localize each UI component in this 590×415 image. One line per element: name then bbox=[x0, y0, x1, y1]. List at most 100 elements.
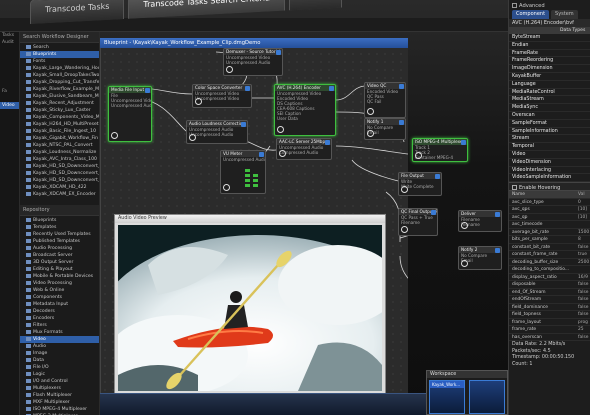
datatype-item[interactable]: VideoSampleInformation bbox=[509, 174, 590, 183]
node-port[interactable]: Filename bbox=[399, 220, 437, 225]
workflow-node-aac[interactable]: AAC-LC Server 25Mbps Uncompressed Audio Co… bbox=[276, 138, 332, 160]
rail-item[interactable]: Audit bbox=[0, 39, 19, 46]
rail-item[interactable] bbox=[0, 151, 19, 158]
property-row[interactable]: decoding_buffer_size 2500 bbox=[509, 259, 590, 267]
repository-item[interactable]: Flash Multiplexer bbox=[20, 392, 99, 399]
property-value[interactable]: false bbox=[578, 244, 590, 251]
repository-item[interactable]: Broadcast Server bbox=[20, 252, 99, 259]
workflow-node-qcfinal[interactable]: QC Final Output FileQC Pass + TrueFilena… bbox=[398, 208, 438, 236]
tree-item[interactable]: Blueprints bbox=[20, 51, 99, 58]
tree-item[interactable]: Kayak_HD_SD_Downconvert_3 bbox=[20, 177, 99, 184]
rail-item[interactable] bbox=[0, 144, 19, 151]
workflow-node-mux[interactable]: ISO MPEG-4 Multiplexer Track 1 Track 2 Cont… bbox=[412, 138, 468, 162]
repository-item[interactable]: Filters bbox=[20, 322, 99, 329]
property-value[interactable]: 16/9 bbox=[578, 274, 590, 281]
node-port[interactable]: QC Fail bbox=[365, 99, 405, 104]
rail-item[interactable] bbox=[0, 60, 19, 67]
repository-item[interactable]: Audio Processing bbox=[20, 245, 99, 252]
tree-item[interactable]: Kayak_Sticky_Lux_Caster bbox=[20, 107, 99, 114]
repository-item[interactable]: Blueprints bbox=[20, 217, 99, 224]
property-row[interactable]: field_dominance false bbox=[509, 304, 590, 312]
rail-item[interactable] bbox=[0, 165, 19, 172]
datatype-item[interactable]: MediaStream bbox=[509, 96, 590, 105]
rail-item[interactable] bbox=[0, 46, 19, 53]
datatype-item[interactable]: ByteStream bbox=[509, 34, 590, 42]
property-row[interactable]: avc_slice_type 0 bbox=[509, 199, 590, 207]
tree-item[interactable]: Kayak_Large_Wandering_Hockey bbox=[20, 65, 99, 72]
tree-item[interactable]: Kayak_Components_Video_Mux bbox=[20, 114, 99, 121]
workflow-node-deliver[interactable]: Deliver Filename Filename bbox=[458, 210, 502, 232]
repository-item[interactable]: Components bbox=[20, 294, 99, 301]
datatype-item[interactable]: FrameReordering bbox=[509, 57, 590, 66]
property-row[interactable]: field_topness false bbox=[509, 311, 590, 319]
property-value[interactable]: prog bbox=[578, 319, 590, 326]
rail-item[interactable] bbox=[0, 67, 19, 74]
tree-item[interactable]: Kayak_XDCAM_HD_422 bbox=[20, 184, 99, 191]
property-row[interactable]: avc_qp [10] bbox=[509, 214, 590, 222]
tab-component[interactable]: Component bbox=[512, 10, 550, 19]
repository-item[interactable]: Video bbox=[20, 336, 99, 343]
repository-item[interactable]: Data bbox=[20, 357, 99, 364]
tree-item[interactable]: Kayak_Riverflow_Example_MH bbox=[20, 86, 99, 93]
rail-item[interactable] bbox=[0, 53, 19, 60]
repository-item[interactable]: Encoders bbox=[20, 315, 99, 322]
property-value[interactable]: 2500 bbox=[578, 259, 590, 266]
workflow-node-demux[interactable]: Demuxer - Source Tutorial Uncompressed Vi… bbox=[223, 48, 283, 76]
gear-icon[interactable] bbox=[189, 134, 196, 141]
datatype-item[interactable]: Endian bbox=[509, 42, 590, 50]
workflow-node-fileout[interactable]: File Output Write Write Complete bbox=[398, 172, 442, 196]
rail-item[interactable] bbox=[0, 109, 19, 116]
repository-item[interactable]: Mux Formats bbox=[20, 329, 99, 336]
workflow-node-source[interactable]: Media File Input File Uncompressed Video Un… bbox=[108, 86, 152, 142]
property-row[interactable]: average_bit_rate 1500 bbox=[509, 229, 590, 237]
rail-item[interactable]: Video bbox=[0, 102, 19, 109]
datatype-item[interactable]: Video bbox=[509, 151, 590, 159]
tree-item[interactable]: Kayak_Elusive_Sandbeam_MH bbox=[20, 93, 99, 100]
property-value[interactable]: 1500 bbox=[578, 229, 590, 236]
repository-item[interactable]: File I/O bbox=[20, 364, 99, 371]
repository-item[interactable]: Audio bbox=[20, 343, 99, 350]
gear-icon[interactable] bbox=[111, 132, 118, 139]
datatype-item[interactable]: Language bbox=[509, 81, 590, 89]
property-value[interactable]: false bbox=[578, 304, 590, 311]
tree-item[interactable]: Kayak_Gigabit_Workflow_Fin bbox=[20, 135, 99, 142]
gear-icon[interactable] bbox=[223, 184, 230, 191]
repository-item[interactable]: Mobile & Portable Devices bbox=[20, 273, 99, 280]
gear-icon[interactable] bbox=[195, 98, 202, 105]
property-row[interactable]: avc_timecode bbox=[509, 221, 590, 229]
rail-item[interactable] bbox=[0, 193, 19, 200]
datatype-item[interactable]: SampleFormat bbox=[509, 120, 590, 128]
tree-item[interactable]: Search bbox=[20, 44, 99, 51]
datatype-item[interactable]: Overscan bbox=[509, 112, 590, 120]
tree-item[interactable]: Fonts bbox=[20, 58, 99, 65]
tree-item[interactable]: Kayak_H264_HD_MultiPreset bbox=[20, 121, 99, 128]
property-row[interactable]: bits_per_sample 8 bbox=[509, 236, 590, 244]
property-value[interactable]: true bbox=[578, 251, 590, 258]
rail-item[interactable] bbox=[0, 200, 19, 207]
rail-item[interactable] bbox=[0, 214, 19, 221]
workflow-node-notify2[interactable]: Notify 2 No Compare Email bbox=[458, 246, 502, 270]
advanced-checkbox[interactable] bbox=[512, 3, 517, 8]
workflow-node-vumeter[interactable]: VU Meter Uncompressed Audio bbox=[220, 150, 266, 194]
rail-item[interactable]: Tasks bbox=[0, 32, 19, 39]
gear-icon[interactable] bbox=[367, 108, 374, 115]
property-row[interactable]: constant_frame_rate true bbox=[509, 251, 590, 259]
gear-icon[interactable] bbox=[401, 186, 408, 193]
repository-item[interactable]: Editing & Playout bbox=[20, 266, 99, 273]
workflow-node-colorspace[interactable]: Color Space Converter Uncompressed Video U… bbox=[192, 84, 252, 108]
rail-item[interactable] bbox=[0, 95, 19, 102]
property-row[interactable]: end_Of_Stream false bbox=[509, 289, 590, 297]
rail-item[interactable] bbox=[0, 123, 19, 130]
repository-item[interactable]: 3D Output Server bbox=[20, 259, 99, 266]
tree-item[interactable]: Kayak_HD_SD_Downconvert_2 bbox=[20, 170, 99, 177]
property-row[interactable]: constant_bit_rate false bbox=[509, 244, 590, 252]
property-value[interactable] bbox=[578, 266, 590, 273]
rail-item[interactable] bbox=[0, 74, 19, 81]
workflow-node-encoder[interactable]: AVC (H.264) Encoder Uncompressed Video Enc… bbox=[274, 84, 336, 136]
datatype-item[interactable]: VideoInterlacing bbox=[509, 167, 590, 175]
datatype-item[interactable]: FrameRate bbox=[509, 50, 590, 58]
property-value[interactable]: false bbox=[578, 334, 590, 341]
tree-item[interactable]: Kayak_Basic_File_Ingest_10 bbox=[20, 128, 99, 135]
datatype-item[interactable]: Temporal bbox=[509, 143, 590, 151]
repository-item[interactable]: Video Processing bbox=[20, 280, 99, 287]
